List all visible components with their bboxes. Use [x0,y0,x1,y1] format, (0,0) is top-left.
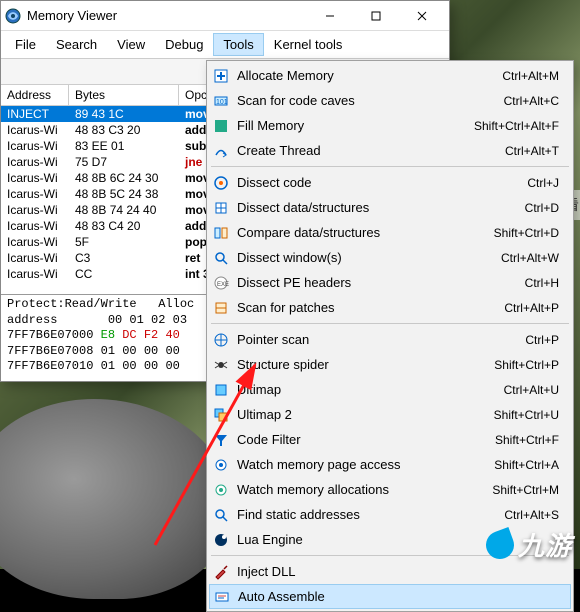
pointer-icon [209,332,233,348]
filter-icon [209,432,233,448]
menu-item-auto-assemble[interactable]: Auto Assemble [209,584,571,609]
menu-item-watch-memory-page-access[interactable]: Watch memory page accessShift+Ctrl+A [209,452,571,477]
ultimap2-icon [209,407,233,423]
watch-icon [209,457,233,473]
menu-item-structure-spider[interactable]: Structure spiderShift+Ctrl+P [209,352,571,377]
menu-item-label: Watch memory page access [233,457,494,472]
asm-icon [210,589,234,605]
close-button[interactable] [399,2,445,30]
menu-item-ultimap[interactable]: UltimapCtrl+Alt+U [209,377,571,402]
dissect-icon [209,175,233,191]
menu-item-allocate-memory[interactable]: Allocate MemoryCtrl+Alt+M [209,63,571,88]
menu-item-label: Fill Memory [233,118,474,133]
menu-item-shortcut: Shift+Ctrl+P [494,358,571,372]
titlebar: Memory Viewer [1,1,449,31]
menu-item-shortcut: Shift+Ctrl+D [494,226,571,240]
menu-item-shortcut: Ctrl+J [527,176,571,190]
menubar: File Search View Debug Tools Kernel tool… [1,31,449,59]
pe-icon: EXE [209,275,233,291]
watermark-logo: 九游 [486,526,572,563]
menu-item-label: Dissect window(s) [233,250,501,265]
menu-item-shortcut: Ctrl+Alt+S [504,508,571,522]
menu-view[interactable]: View [107,33,155,56]
menu-item-scan-for-patches[interactable]: Scan for patchesCtrl+Alt+P [209,295,571,320]
menu-item-label: Watch memory allocations [233,482,492,497]
menu-item-label: Ultimap [233,382,504,397]
menu-item-fill-memory[interactable]: Fill MemoryShift+Ctrl+Alt+F [209,113,571,138]
ultimap-icon [209,382,233,398]
menu-item-label: Create Thread [233,143,505,158]
minimize-button[interactable] [307,2,353,30]
menu-item-label: Structure spider [233,357,494,372]
header-bytes[interactable]: Bytes [69,85,179,105]
menu-separator [211,323,569,324]
thread-icon [209,143,233,159]
menu-item-compare-data-structures[interactable]: Compare data/structuresShift+Ctrl+D [209,220,571,245]
menu-item-dissect-data-structures[interactable]: Dissect data/structuresCtrl+D [209,195,571,220]
menu-item-shortcut: Ctrl+Alt+M [502,69,571,83]
menu-item-label: Scan for code caves [233,93,504,108]
menu-item-watch-memory-allocations[interactable]: Watch memory allocationsShift+Ctrl+M [209,477,571,502]
menu-item-label: Auto Assemble [234,589,558,604]
window-icon [209,250,233,266]
menu-item-shortcut: Ctrl+Alt+T [505,144,571,158]
menu-item-label: Code Filter [233,432,495,447]
menu-item-shortcut: Shift+Ctrl+F [495,433,571,447]
menu-debug[interactable]: Debug [155,33,213,56]
plus-icon [209,68,233,84]
menu-item-shortcut: Ctrl+Alt+C [504,94,571,108]
svg-text:101: 101 [216,99,228,106]
header-address[interactable]: Address [1,85,69,105]
menu-item-label: Inject DLL [233,564,559,579]
menu-item-shortcut: Shift+Ctrl+Alt+F [474,119,571,133]
window-title: Memory Viewer [27,8,307,23]
menu-separator [211,166,569,167]
menu-item-label: Scan for patches [233,300,504,315]
menu-item-ultimap-2[interactable]: Ultimap 2Shift+Ctrl+U [209,402,571,427]
menu-item-dissect-window-s-[interactable]: Dissect window(s)Ctrl+Alt+W [209,245,571,270]
menu-item-scan-for-code-caves[interactable]: 101 Scan for code cavesCtrl+Alt+C [209,88,571,113]
menu-item-label: Ultimap 2 [233,407,494,422]
scan-icon: 101 [209,93,233,109]
compare-icon [209,225,233,241]
struct-icon [209,200,233,216]
fill-icon [209,118,233,134]
menu-item-label: Allocate Memory [233,68,502,83]
menu-search[interactable]: Search [46,33,107,56]
maximize-button[interactable] [353,2,399,30]
app-icon [5,8,21,24]
menu-item-pointer-scan[interactable]: Pointer scanCtrl+P [209,327,571,352]
menu-item-find-static-addresses[interactable]: Find static addressesCtrl+Alt+S [209,502,571,527]
menu-item-shortcut: Ctrl+Alt+P [504,301,571,315]
menu-item-label: Dissect data/structures [233,200,525,215]
inject-icon [209,564,233,580]
menu-item-shortcut: Ctrl+P [525,333,571,347]
menu-item-label: Pointer scan [233,332,525,347]
find-icon [209,507,233,523]
menu-item-label: Dissect code [233,175,527,190]
menu-item-shortcut: Ctrl+D [525,201,571,215]
menu-item-dissect-pe-headers[interactable]: EXE Dissect PE headersCtrl+H [209,270,571,295]
menu-item-shortcut: Ctrl+H [525,276,571,290]
menu-item-shortcut: Ctrl+Alt+W [501,251,571,265]
patch-icon [209,300,233,316]
menu-item-shortcut: Ctrl+Alt+U [504,383,571,397]
menu-kernel-tools[interactable]: Kernel tools [264,33,353,56]
menu-item-dissect-code[interactable]: Dissect codeCtrl+J [209,170,571,195]
lua-icon [209,532,233,548]
menu-tools[interactable]: Tools [213,33,263,56]
menu-item-create-thread[interactable]: Create ThreadCtrl+Alt+T [209,138,571,163]
menu-item-code-filter[interactable]: Code FilterShift+Ctrl+F [209,427,571,452]
spider-icon [209,357,233,373]
menu-item-shortcut: Shift+Ctrl+U [494,408,571,422]
menu-item-label: Compare data/structures [233,225,494,240]
menu-item-shortcut: Shift+Ctrl+M [492,483,571,497]
menu-item-label: Find static addresses [233,507,504,522]
menu-item-label: Dissect PE headers [233,275,525,290]
svg-text:EXE: EXE [217,282,229,288]
menu-file[interactable]: File [5,33,46,56]
menu-item-shortcut: Shift+Ctrl+A [494,458,571,472]
watch2-icon [209,482,233,498]
